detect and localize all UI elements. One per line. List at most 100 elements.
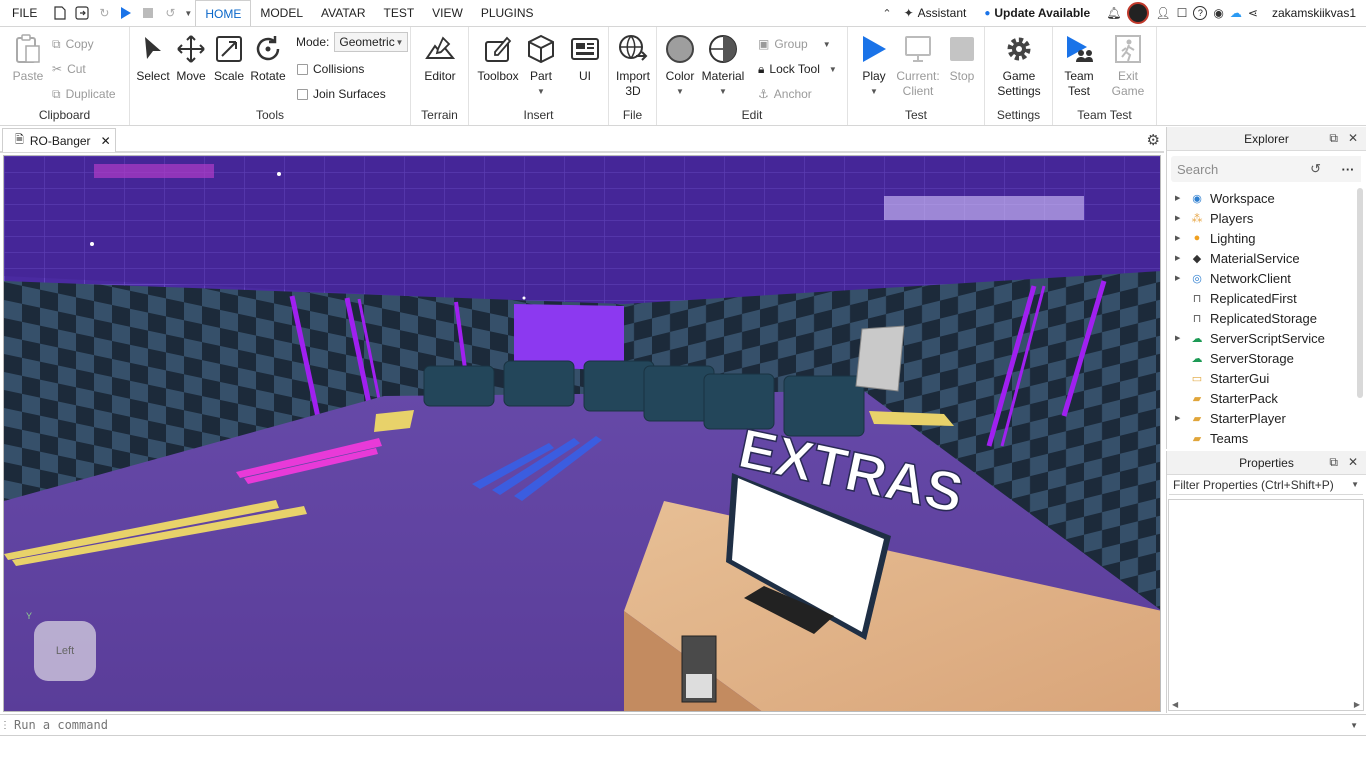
team-test-button[interactable]: Team Test bbox=[1057, 33, 1101, 99]
tree-item-starterpack[interactable]: ▰ StarterPack bbox=[1167, 388, 1357, 408]
expand-arrow-icon[interactable]: ▶ bbox=[1175, 334, 1187, 342]
collisions-toggle[interactable]: Collisions bbox=[297, 61, 364, 77]
more-options-icon[interactable]: ··· bbox=[1335, 156, 1361, 182]
chat-icon[interactable]: ☐ bbox=[1177, 6, 1188, 20]
tree-item-networkclient[interactable]: ▶ ◎ NetworkClient bbox=[1167, 268, 1357, 288]
drag-handle-icon[interactable]: ⋮ bbox=[0, 720, 10, 731]
tree-item-materialservice[interactable]: ▶ ◆ MaterialService bbox=[1167, 248, 1357, 268]
tree-item-replicatedstorage[interactable]: ⊓ ReplicatedStorage bbox=[1167, 308, 1357, 328]
expand-arrow-icon[interactable]: ▶ bbox=[1175, 414, 1187, 422]
rotate-button[interactable]: Rotate bbox=[246, 33, 290, 84]
play-quick-icon[interactable] bbox=[115, 0, 137, 26]
material-button[interactable]: Material ▼ bbox=[701, 33, 745, 99]
expand-arrow-icon[interactable]: ▶ bbox=[1175, 234, 1187, 242]
tree-item-starterplayer[interactable]: ▶ ▰ StarterPlayer bbox=[1167, 408, 1357, 428]
color-dropdown-icon[interactable]: ▼ bbox=[676, 84, 684, 99]
3d-viewport[interactable]: EXTRAS Left Y bbox=[3, 155, 1161, 712]
collisions-checkbox[interactable] bbox=[297, 63, 308, 75]
history-icon[interactable]: ↺ bbox=[1310, 161, 1321, 177]
expand-arrow-icon[interactable]: ▶ bbox=[1175, 194, 1187, 202]
part-button[interactable]: Part ▼ bbox=[519, 33, 563, 99]
scale-button[interactable]: Scale bbox=[207, 33, 251, 84]
tab-model[interactable]: MODEL bbox=[251, 0, 312, 26]
properties-horizontal-scrollbar[interactable]: ◀ ▶ bbox=[1169, 698, 1363, 710]
copy-button[interactable]: ⧉ Copy bbox=[52, 36, 94, 52]
tree-item-serverscriptservice[interactable]: ▶ ☁ ServerScriptService bbox=[1167, 328, 1357, 348]
tree-item-players[interactable]: ▶ ⁂ Players bbox=[1167, 208, 1357, 228]
tab-plugins[interactable]: PLUGINS bbox=[472, 0, 543, 26]
username-label[interactable]: zakamskiikvas1 bbox=[1272, 6, 1356, 20]
collapse-ribbon-icon[interactable]: ⌃ bbox=[882, 7, 891, 20]
expand-arrow-icon[interactable]: ▶ bbox=[1175, 254, 1187, 262]
tree-item-replicatedfirst[interactable]: ⊓ ReplicatedFirst bbox=[1167, 288, 1357, 308]
reference-icon[interactable]: ◉ bbox=[1213, 6, 1223, 20]
viewport-settings-gear-icon[interactable]: ⚙ bbox=[1147, 131, 1160, 149]
chevron-down-icon[interactable]: ▼ bbox=[1351, 480, 1359, 489]
play-dropdown-icon[interactable]: ▼ bbox=[870, 84, 878, 99]
tree-item-lighting[interactable]: ▶ ● Lighting bbox=[1167, 228, 1357, 248]
duplicate-button[interactable]: ⧉ Duplicate bbox=[52, 86, 116, 102]
command-input[interactable] bbox=[14, 718, 1314, 732]
group-button[interactable]: ▣ Group ▼ bbox=[758, 36, 831, 52]
share-icon[interactable]: ⋖ bbox=[1248, 6, 1258, 20]
current-client-button[interactable]: Current: Client bbox=[896, 33, 940, 99]
explorer-search-input[interactable]: Search ↺ ··· bbox=[1171, 156, 1361, 182]
publish-icon[interactable] bbox=[71, 0, 93, 26]
notifications-icon[interactable]: 🔔︎ bbox=[1106, 6, 1121, 20]
import-3d-button[interactable]: Import 3D bbox=[611, 33, 655, 99]
tree-item-serverstorage[interactable]: ☁ ServerStorage bbox=[1167, 348, 1357, 368]
material-dropdown-icon[interactable]: ▼ bbox=[719, 84, 727, 99]
play-button[interactable]: Play ▼ bbox=[852, 33, 896, 99]
undo-icon[interactable]: ↺ bbox=[159, 0, 181, 26]
close-tab-icon[interactable]: ✕ bbox=[101, 134, 111, 148]
avatar[interactable] bbox=[1127, 2, 1150, 24]
terrain-editor-button[interactable]: Editor bbox=[418, 33, 462, 84]
undock-icon[interactable]: ⧉ bbox=[1329, 131, 1338, 146]
close-icon[interactable]: ✕ bbox=[1348, 455, 1358, 470]
tab-test[interactable]: TEST bbox=[374, 0, 423, 26]
expand-arrow-icon[interactable]: ▶ bbox=[1175, 274, 1187, 282]
ribbon: Paste ⧉ Copy ✂ Cut ⧉ Duplicate Clipboard Se… bbox=[0, 26, 1366, 126]
toolbox-button[interactable]: Toolbox bbox=[476, 33, 520, 84]
lock-tool-button[interactable]: 🔒︎ Lock Tool ▼ bbox=[758, 61, 837, 77]
document-tab[interactable]: 🗎︎ RO-Banger ✕ bbox=[2, 128, 116, 152]
add-friend-icon[interactable]: 👤︎ bbox=[1155, 6, 1170, 20]
close-icon[interactable]: ✕ bbox=[1348, 131, 1358, 146]
join-surfaces-checkbox[interactable] bbox=[297, 88, 308, 100]
tab-avatar[interactable]: AVATAR bbox=[312, 0, 374, 26]
cloud-icon[interactable]: ☁ bbox=[1230, 6, 1242, 20]
help-icon[interactable]: ? bbox=[1193, 6, 1208, 20]
assistant-button[interactable]: ✦ Assistant bbox=[904, 6, 967, 20]
expand-arrow-icon[interactable]: ▶ bbox=[1175, 214, 1187, 222]
game-settings-button[interactable]: Game Settings bbox=[997, 33, 1041, 99]
scroll-right-icon[interactable]: ▶ bbox=[1354, 700, 1360, 709]
cut-button[interactable]: ✂ Cut bbox=[52, 61, 86, 77]
mode-dropdown[interactable]: Geometric ▼ bbox=[334, 32, 409, 52]
tree-item-workspace[interactable]: ▶ ◉ Workspace bbox=[1167, 188, 1357, 208]
tree-item-teams[interactable]: ▰ Teams bbox=[1167, 428, 1357, 448]
tab-home[interactable]: HOME bbox=[195, 0, 252, 26]
stop-button[interactable]: Stop bbox=[940, 33, 984, 84]
command-history-dropdown-icon[interactable]: ▼ bbox=[1350, 721, 1358, 730]
update-available-button[interactable]: ● Update Available bbox=[984, 6, 1090, 20]
view-cube[interactable]: Left bbox=[34, 621, 96, 681]
new-document-icon[interactable] bbox=[49, 0, 71, 26]
tree-item-startergui[interactable]: ▭ StarterGui bbox=[1167, 368, 1357, 388]
properties-filter-input[interactable]: Filter Properties (Ctrl+Shift+P) ▼ bbox=[1169, 475, 1363, 495]
paste-button[interactable]: Paste bbox=[6, 33, 50, 84]
chevron-down-icon: ▼ bbox=[395, 37, 404, 47]
color-button[interactable]: Color ▼ bbox=[658, 33, 702, 99]
anchor-button[interactable]: ⚓︎ Anchor bbox=[758, 86, 812, 102]
file-menu[interactable]: FILE bbox=[0, 6, 49, 20]
redo-icon[interactable]: ↻ bbox=[93, 0, 115, 26]
scroll-left-icon[interactable]: ◀ bbox=[1172, 700, 1178, 709]
quick-access-dropdown-icon[interactable]: ▼ bbox=[181, 0, 195, 26]
tab-view[interactable]: VIEW bbox=[423, 0, 472, 26]
exit-game-button[interactable]: Exit Game bbox=[1106, 33, 1150, 99]
part-dropdown-icon[interactable]: ▼ bbox=[537, 84, 545, 99]
ui-button[interactable]: UI bbox=[563, 33, 607, 84]
join-surfaces-toggle[interactable]: Join Surfaces bbox=[297, 86, 386, 102]
explorer-scrollbar[interactable] bbox=[1357, 188, 1363, 398]
undock-icon[interactable]: ⧉ bbox=[1329, 455, 1338, 470]
stop-quick-icon[interactable] bbox=[137, 0, 159, 26]
